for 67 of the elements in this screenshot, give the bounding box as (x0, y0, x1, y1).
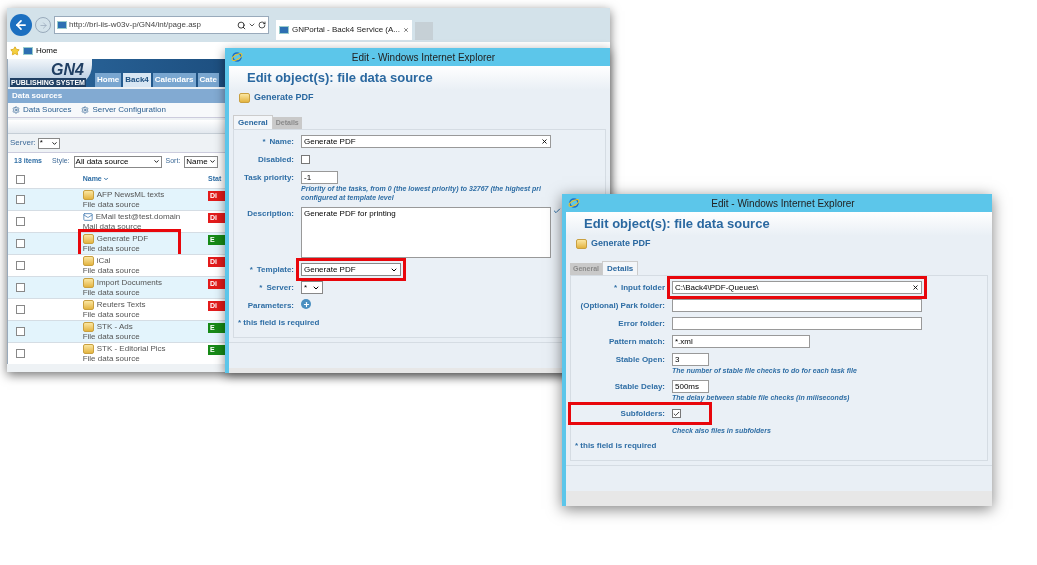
field-label: Subfolders: (620, 408, 665, 420)
toolbar-button[interactable]: Data Sources (12, 104, 72, 116)
input-field[interactable]: Generate PDF (301, 135, 551, 148)
field-label: Stable Delay: (614, 381, 665, 393)
field-label: Pattern match: (609, 336, 665, 348)
field-label: Disabled: (258, 154, 294, 166)
dropdown[interactable]: * (301, 281, 323, 294)
address-bar[interactable]: http://bri-iis-w03v-p/GN4/int/page.asp (54, 16, 269, 34)
field-label: Server: (266, 282, 294, 294)
field-label: (Optional) Park folder: (580, 300, 665, 312)
sort-dropdown[interactable]: Name (184, 155, 219, 168)
source-name: Reuters Texts (96, 299, 146, 310)
source-name: STK - Editorial Pics (96, 343, 166, 354)
source-name: Generate PDF (96, 233, 149, 244)
source-type: File data source (82, 243, 141, 254)
input-field[interactable]: C:\Back4\PDF-Queues\ (672, 281, 922, 294)
field-label: Parameters: (247, 300, 294, 312)
tab[interactable]: General (233, 115, 273, 129)
input-field[interactable]: *.xml (672, 335, 810, 348)
required-mark: * (249, 264, 253, 276)
style-dropdown[interactable]: All data source (73, 155, 162, 168)
field-label: Name: (269, 136, 294, 148)
source-type: File data source (82, 353, 141, 364)
source-name: STK - Ads (96, 321, 133, 332)
required-note: * this field is required (574, 440, 658, 452)
required-note: * this field is required (237, 317, 321, 329)
input-field[interactable]: -1 (301, 171, 338, 184)
source-type: File data source (82, 309, 141, 320)
dialog-heading: Edit object(s): file data source (584, 215, 770, 234)
section-title: Data sources (12, 90, 63, 102)
required-mark: * (262, 136, 266, 148)
source-type: File data source (82, 265, 140, 276)
field-label: Description: (247, 208, 294, 220)
tab-title: GNPortal - Back4 Service (A... (292, 24, 401, 36)
source-type: File data source (82, 331, 140, 342)
input-field[interactable]: 500ms (672, 380, 709, 393)
required-mark: * (259, 282, 263, 294)
field-label: Error folder: (618, 318, 665, 330)
logo-text: GN4 (50, 62, 85, 78)
field-label: Template: (256, 264, 294, 276)
address-text: http://bri-iis-w03v-p/GN4/int/page.asp (69, 19, 203, 31)
field-label: Stable Open: (615, 354, 665, 366)
text-area[interactable]: Generate PDF for printing (301, 207, 551, 258)
toolbar-button[interactable]: Server Configuration (81, 104, 166, 116)
source-name: AFP NewsML texts (96, 189, 165, 200)
dropdown[interactable]: Generate PDF (301, 263, 401, 276)
object-name: Generate PDF (254, 91, 314, 105)
server-label: Server: (10, 137, 36, 149)
source-name: iCal (96, 255, 111, 266)
required-mark: * (613, 282, 617, 294)
field-label: Input folder (621, 282, 665, 294)
source-type: File data source (82, 287, 141, 298)
favorite-link[interactable]: Home (36, 44, 58, 57)
window-title: Edit - Windows Internet Explorer (350, 50, 497, 65)
object-name: Generate PDF (591, 237, 651, 251)
field-label: Task priority: (243, 172, 294, 184)
dialog-heading: Edit object(s): file data source (247, 69, 433, 88)
nav-tab[interactable]: Back4 (123, 73, 151, 87)
source-name: Import Documents (96, 277, 163, 288)
browser-tab[interactable]: GNPortal - Back4 Service (A... (276, 20, 412, 40)
server-dropdown[interactable]: * (37, 137, 60, 149)
source-type: File data source (82, 199, 141, 210)
window-title: Edit - Windows Internet Explorer (710, 196, 856, 211)
source-type: Mail data source (82, 221, 143, 232)
source-name: EMail test@test.domain (95, 211, 181, 222)
tab[interactable]: Details (602, 261, 639, 275)
input-field[interactable]: 3 (672, 353, 709, 366)
